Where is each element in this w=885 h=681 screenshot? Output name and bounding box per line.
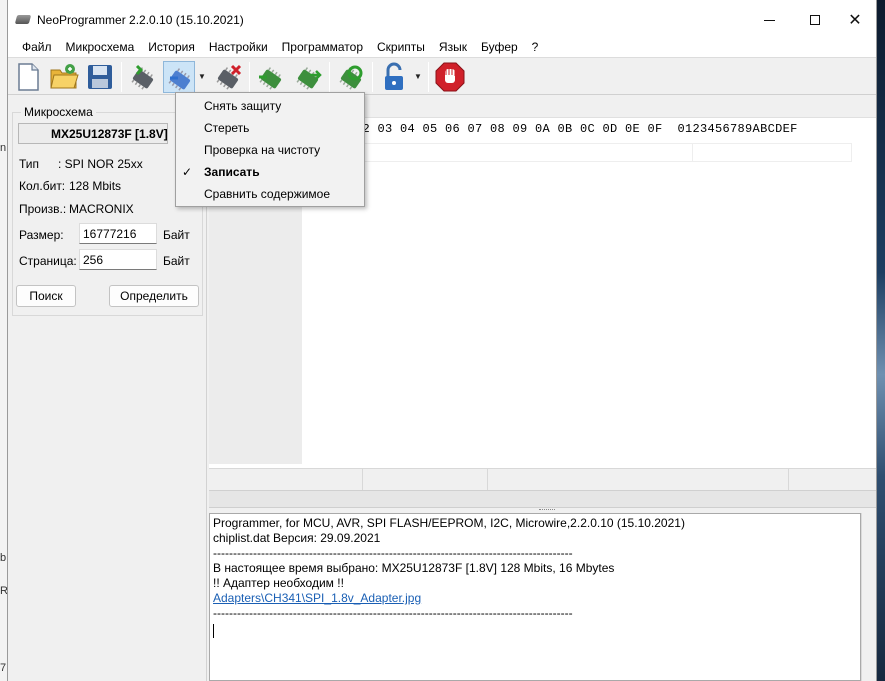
- menu-scripts[interactable]: Скрипты: [370, 37, 432, 57]
- minimize-icon: [763, 19, 775, 21]
- verify-chip-icon: [259, 67, 282, 90]
- save-file-button[interactable]: [84, 61, 116, 93]
- log-scrollbar[interactable]: [861, 513, 876, 681]
- write-options-arrow-icon[interactable]: ▼: [198, 72, 206, 81]
- protection-button[interactable]: [378, 61, 410, 93]
- page-size-field[interactable]: 256: [79, 249, 157, 270]
- adapter-link[interactable]: Adapters\CH341\SPI_1.8v_Adapter.jpg: [213, 591, 860, 606]
- hex-header-text: 02 03 04 05 06 07 08 09 0A 0B 0C 0D 0E 0…: [355, 122, 798, 136]
- menu-settings[interactable]: Настройки: [202, 37, 275, 57]
- auto-chip-icon: [296, 67, 322, 90]
- progress-bar: [209, 490, 876, 508]
- open-file-button[interactable]: [48, 61, 80, 93]
- text-caret: [213, 624, 214, 638]
- write-options-menu: Снять защиту Стереть Проверка на чистоту…: [175, 92, 365, 207]
- bits-label: Кол.бит:: [19, 179, 66, 193]
- manufacturer-label: Произв.:: [19, 202, 67, 216]
- status-bar: [209, 468, 876, 491]
- log-line: !! Адаптер необходим !!: [213, 576, 344, 590]
- new-file-icon: [18, 63, 39, 91]
- verify-chip-button[interactable]: [255, 61, 287, 93]
- window-title: NeoProgrammer 2.2.0.10 (15.10.2021): [37, 13, 244, 27]
- chip-app-icon: [14, 15, 32, 24]
- erase-chip-icon: [216, 64, 242, 90]
- menu-programmer[interactable]: Программатор: [275, 37, 370, 57]
- erase-chip-button[interactable]: [212, 61, 244, 93]
- hex-ascii-divider: [692, 144, 693, 162]
- write-chip-icon: [168, 68, 191, 91]
- log-line: ----------------------------------------…: [213, 546, 573, 560]
- chip-name-display: MX25U12873F [1.8V]: [18, 123, 168, 144]
- menu-language[interactable]: Язык: [432, 37, 474, 57]
- save-disk-icon: [88, 65, 112, 89]
- close-button[interactable]: ✕: [832, 0, 878, 40]
- desktop-wallpaper: [876, 0, 885, 681]
- stop-button[interactable]: [434, 61, 466, 93]
- close-icon: ✕: [848, 12, 862, 29]
- toolbar-separator: [121, 62, 122, 92]
- page-unit: Байт: [163, 254, 190, 268]
- new-file-button[interactable]: [12, 61, 44, 93]
- menu-item-erase[interactable]: Стереть: [176, 117, 364, 139]
- size-label: Размер:: [19, 228, 64, 242]
- status-cell: [363, 469, 488, 491]
- menu-item-blank-check[interactable]: Проверка на чистоту: [176, 139, 364, 161]
- toolbar-separator: [249, 62, 250, 92]
- menu-history[interactable]: История: [141, 37, 202, 57]
- open-folder-icon: [50, 64, 79, 89]
- chip-group-title: Микросхема: [21, 105, 96, 119]
- log-line: В настоящее время выбрано: MX25U12873F […: [213, 561, 615, 575]
- manufacturer-value: MACRONIX: [69, 202, 134, 216]
- hex-row[interactable]: [302, 143, 852, 162]
- type-label: Тип: [19, 157, 40, 171]
- menu-item-write[interactable]: ✓ Записать: [176, 161, 364, 183]
- checkmark-icon: ✓: [182, 165, 193, 179]
- splitter-grip-icon: [539, 509, 555, 511]
- stop-hand-icon: [435, 62, 465, 92]
- size-field[interactable]: 16777216: [79, 223, 157, 244]
- menu-bar: Файл Микросхема История Настройки Програ…: [8, 37, 876, 57]
- menu-item-label: Стереть: [204, 121, 250, 135]
- bits-value: 128 Mbits: [69, 179, 122, 193]
- app-window: NeoProgrammer 2.2.0.10 (15.10.2021) ✕ Фа…: [7, 0, 877, 681]
- menu-item-label: Записать: [204, 165, 260, 179]
- auto-chip-button[interactable]: [292, 61, 324, 93]
- menu-item-compare[interactable]: Сравнить содержимое: [176, 183, 364, 205]
- log-caret-line: [213, 621, 860, 638]
- page-label: Страница:: [19, 254, 77, 268]
- menu-item-label: Проверка на чистоту: [204, 143, 321, 157]
- search-button[interactable]: Поиск: [16, 285, 76, 307]
- menu-chip[interactable]: Микросхема: [59, 37, 142, 57]
- read-chip-icon: [131, 64, 154, 90]
- menu-help[interactable]: ?: [525, 37, 546, 57]
- lock-icon: [385, 62, 403, 90]
- minimize-button[interactable]: [746, 0, 792, 40]
- size-unit: Байт: [163, 228, 190, 242]
- menu-buffer[interactable]: Буфер: [474, 37, 525, 57]
- toolbar-separator: [329, 62, 330, 92]
- log-line: Programmer, for MCU, AVR, SPI FLASH/EEPR…: [213, 516, 685, 530]
- log-output[interactable]: Programmer, for MCU, AVR, SPI FLASH/EEPR…: [209, 513, 861, 681]
- read-chip-button[interactable]: [127, 61, 159, 93]
- protection-options-arrow-icon[interactable]: ▼: [414, 72, 422, 81]
- write-chip-button[interactable]: [163, 61, 195, 93]
- toolbar-separator: [372, 62, 373, 92]
- toolbar-separator: [428, 62, 429, 92]
- menu-item-label: Сравнить содержимое: [204, 187, 331, 201]
- type-value: : SPI NOR 25xx: [58, 157, 143, 171]
- menu-file[interactable]: Файл: [15, 37, 59, 57]
- blank-check-button[interactable]: [335, 61, 367, 93]
- status-cell: [209, 469, 363, 491]
- maximize-icon: [810, 15, 820, 25]
- toolbar: ▼ ▼: [8, 57, 876, 95]
- log-line: ----------------------------------------…: [213, 606, 573, 620]
- menu-item-unprotect[interactable]: Снять защиту: [176, 95, 364, 117]
- menu-item-label: Снять защиту: [204, 99, 282, 113]
- blank-check-icon: [339, 65, 363, 90]
- status-cell: [488, 469, 789, 491]
- detect-button[interactable]: Определить: [109, 285, 199, 307]
- log-line: chiplist.dat Версия: 29.09.2021: [213, 531, 381, 545]
- title-bar[interactable]: NeoProgrammer 2.2.0.10 (15.10.2021) ✕: [8, 0, 876, 40]
